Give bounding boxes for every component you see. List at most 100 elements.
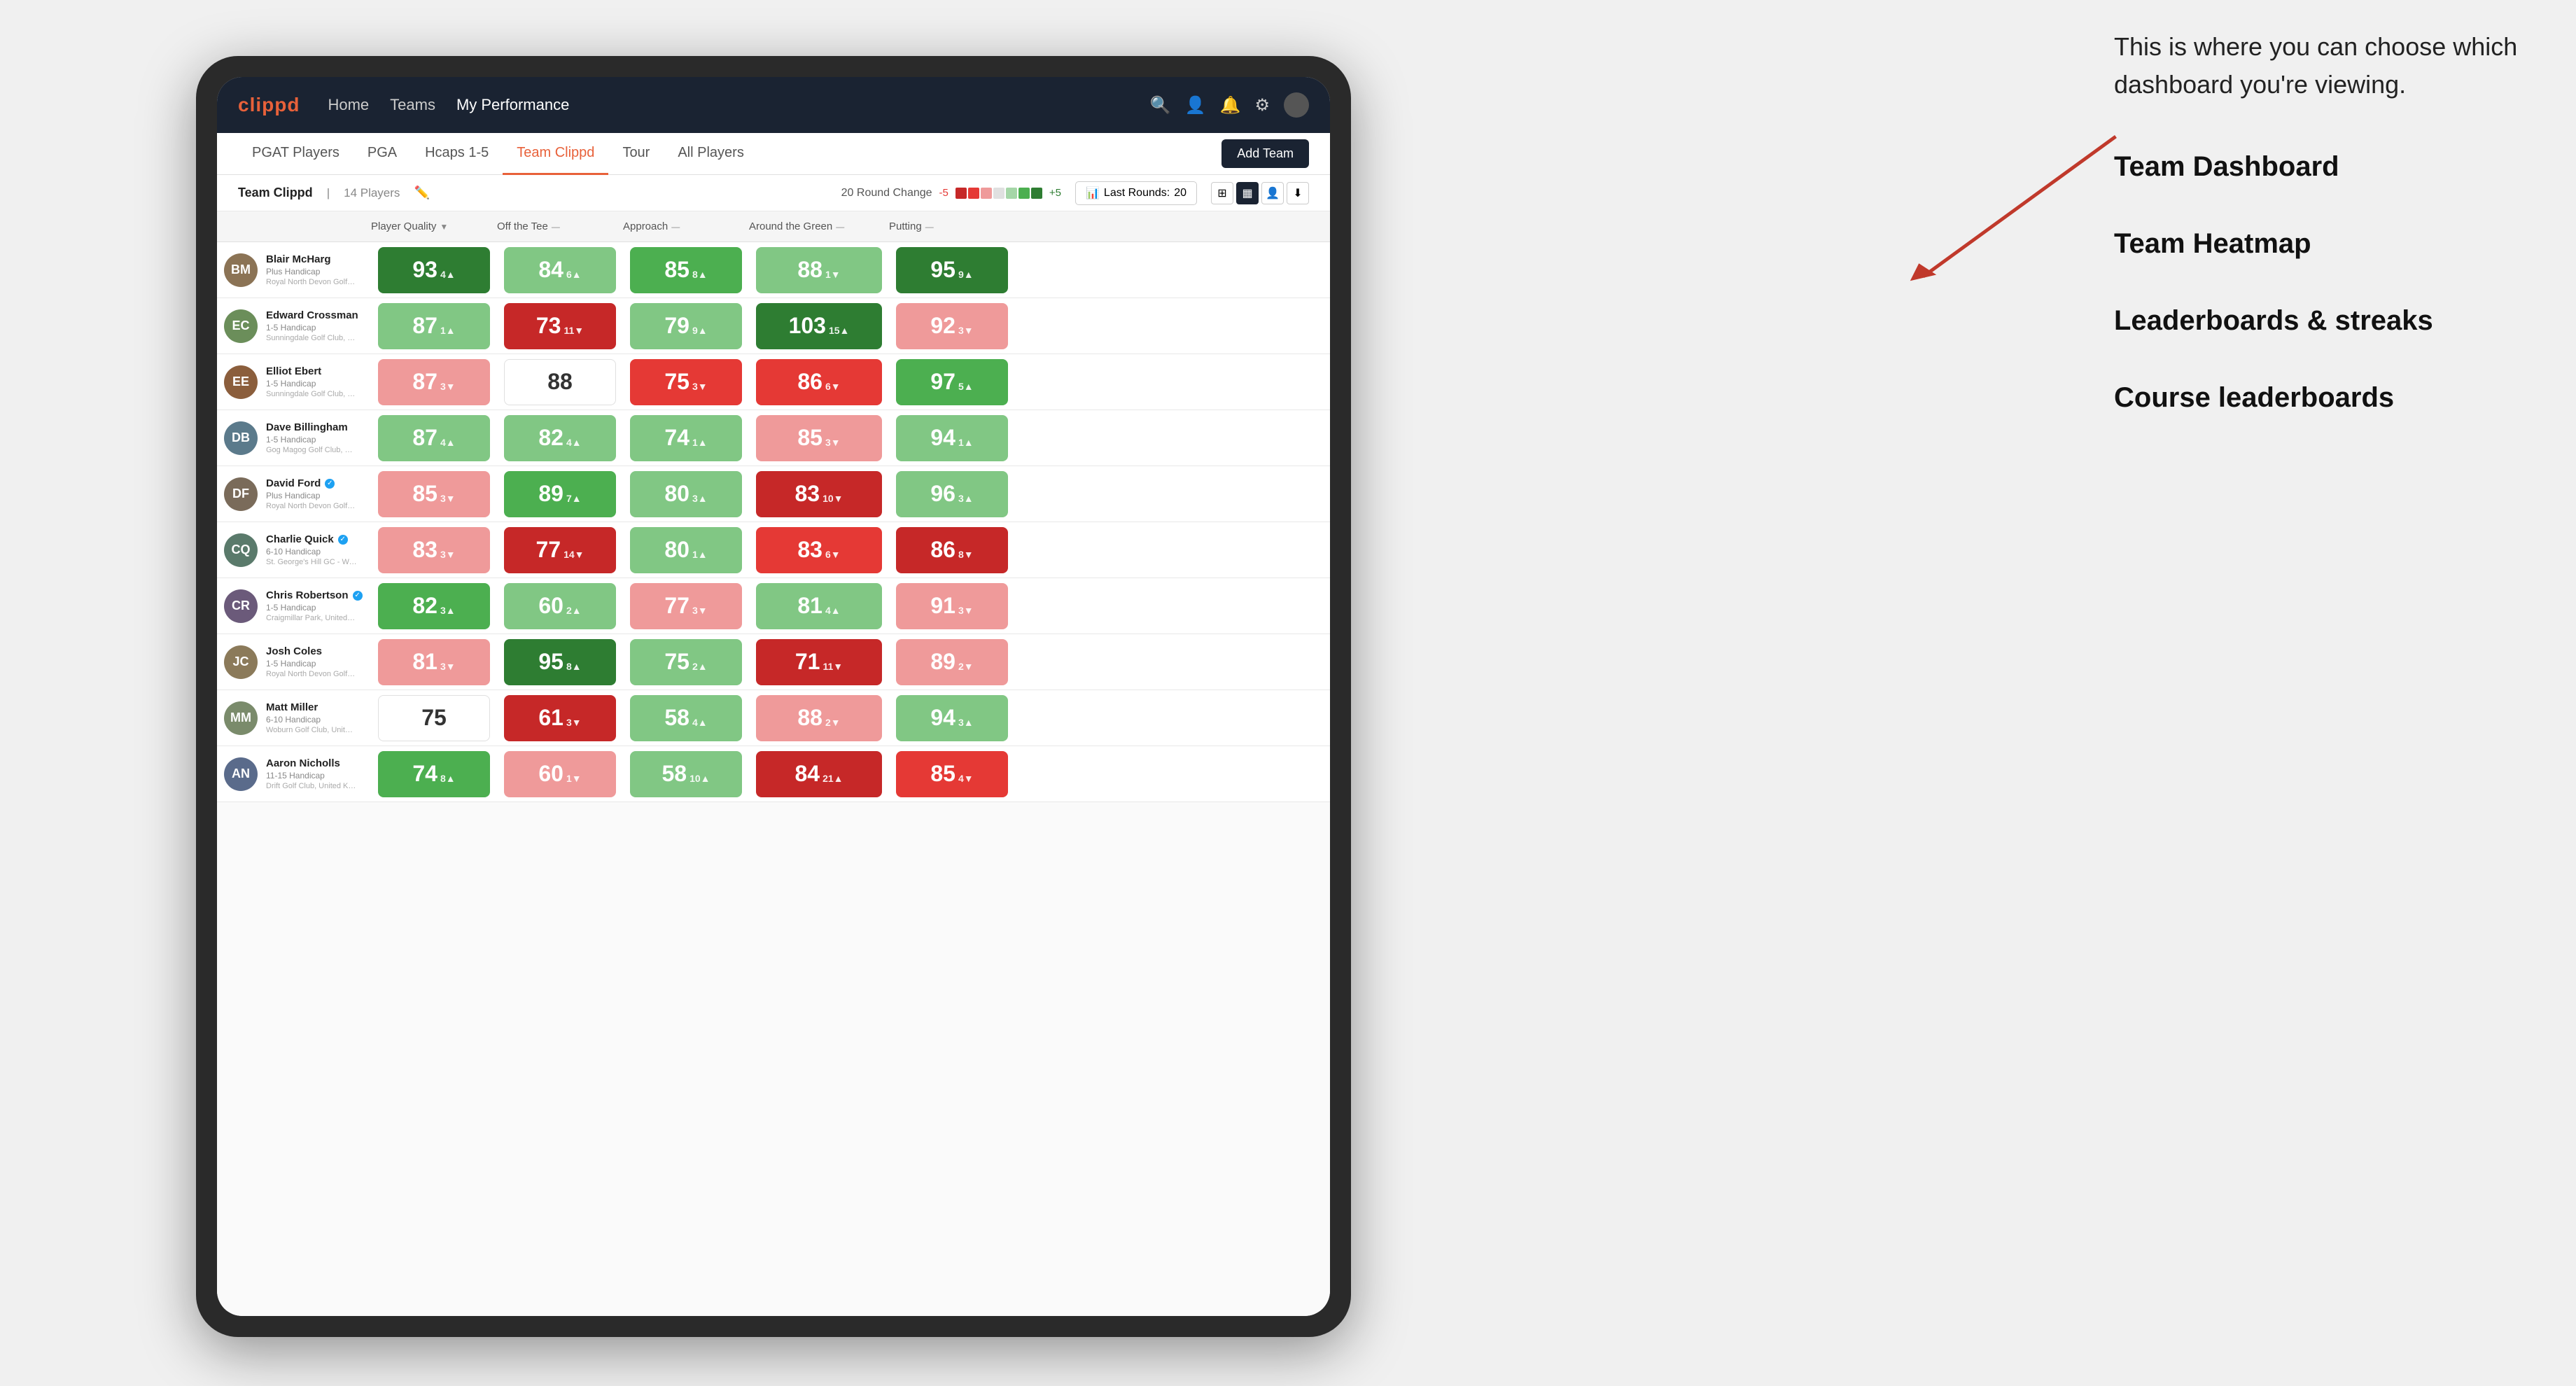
- round-change-label: 20 Round Change: [841, 187, 932, 200]
- stat-value: 61: [538, 705, 564, 731]
- stat-value: 88: [797, 257, 822, 283]
- stat-value: 77: [664, 593, 690, 619]
- user-avatar[interactable]: [1284, 92, 1309, 118]
- verified-icon: ✓: [353, 591, 363, 601]
- col-header-approach[interactable]: Approach —: [623, 220, 749, 232]
- person-view-button[interactable]: 👤: [1261, 182, 1284, 204]
- search-icon[interactable]: 🔍: [1150, 95, 1171, 115]
- table-row[interactable]: CRChris Robertson✓1-5 HandicapCraigmilla…: [217, 578, 1330, 634]
- stat-change: 3▼: [566, 717, 582, 728]
- nav-item-home[interactable]: Home: [328, 96, 369, 114]
- col-header-quality[interactable]: Player Quality ▼: [371, 220, 497, 232]
- stat-change: 1▼: [566, 773, 582, 784]
- settings-icon[interactable]: ⚙: [1254, 95, 1270, 115]
- player-avatar: CQ: [224, 533, 258, 567]
- stat-cell: 88: [497, 354, 623, 410]
- stat-value: 88: [797, 705, 822, 731]
- stat-cell: 858▲: [623, 242, 749, 298]
- stat-value: 88: [547, 369, 573, 395]
- stat-value: 75: [421, 705, 447, 731]
- table-row[interactable]: JCJosh Coles1-5 HandicapRoyal North Devo…: [217, 634, 1330, 690]
- stat-value: 93: [412, 257, 438, 283]
- nav-item-teams[interactable]: Teams: [390, 96, 435, 114]
- player-handicap: 6-10 Handicap: [266, 715, 357, 724]
- stat-cell: 752▲: [623, 634, 749, 690]
- stat-change: 10▲: [690, 773, 710, 784]
- table-row[interactable]: ECEdward Crossman1-5 HandicapSunningdale…: [217, 298, 1330, 354]
- nav-items: Home Teams My Performance: [328, 96, 1149, 114]
- sub-nav-tabs: PGAT Players PGA Hcaps 1-5 Team Clippd T…: [238, 133, 1222, 175]
- stat-cell: 602▲: [497, 578, 623, 634]
- col-header-tee[interactable]: Off the Tee —: [497, 220, 623, 232]
- heatmap-view-button[interactable]: ▦: [1236, 182, 1259, 204]
- stat-change: 2▲: [692, 661, 708, 672]
- table-row[interactable]: EEElliot Ebert1-5 HandicapSunningdale Go…: [217, 354, 1330, 410]
- player-club: Gog Magog Golf Club, United Kingdom: [266, 446, 357, 454]
- stat-value: 83: [794, 481, 820, 507]
- stat-cell: 959▲: [889, 242, 1015, 298]
- tab-team-clippd[interactable]: Team Clippd: [503, 133, 608, 175]
- content-area: Player Quality ▼ Off the Tee — Approach …: [217, 211, 1330, 1316]
- tab-hcaps[interactable]: Hcaps 1-5: [411, 133, 503, 175]
- col-header-green[interactable]: Around the Green —: [749, 220, 889, 232]
- stat-cell: 923▼: [889, 298, 1015, 354]
- table-row[interactable]: BMBlair McHargPlus HandicapRoyal North D…: [217, 242, 1330, 298]
- table-row[interactable]: DBDave Billingham1-5 HandicapGog Magog G…: [217, 410, 1330, 466]
- stat-value: 97: [930, 369, 955, 395]
- profile-icon[interactable]: 👤: [1185, 95, 1206, 115]
- stat-change: 3▼: [825, 437, 841, 448]
- stat-cell: 943▲: [889, 690, 1015, 746]
- stat-cell: 853▼: [371, 466, 497, 522]
- stat-change: 3▲: [692, 493, 708, 504]
- tab-pga[interactable]: PGA: [354, 133, 411, 175]
- tab-pgat-players[interactable]: PGAT Players: [238, 133, 354, 175]
- stat-change: 6▼: [825, 549, 841, 560]
- stat-change: 4▲: [566, 437, 582, 448]
- stat-cell: 941▲: [889, 410, 1015, 465]
- col-header-putting[interactable]: Putting —: [889, 220, 1015, 232]
- stat-cell: 854▼: [889, 746, 1015, 802]
- download-button[interactable]: ⬇: [1287, 182, 1309, 204]
- stat-change: 3▼: [440, 381, 456, 392]
- stat-value: 86: [930, 537, 955, 563]
- table-row[interactable]: CQCharlie Quick✓6-10 HandicapSt. George'…: [217, 522, 1330, 578]
- last-rounds-button[interactable]: 📊 Last Rounds: 20: [1075, 181, 1197, 205]
- table-row[interactable]: MMMatt Miller6-10 HandicapWoburn Golf Cl…: [217, 690, 1330, 746]
- stat-value: 87: [412, 425, 438, 451]
- stat-value: 89: [930, 649, 955, 675]
- stat-cell: 846▲: [497, 242, 623, 298]
- stat-cell: 799▲: [623, 298, 749, 354]
- stat-value: 75: [664, 649, 690, 675]
- stat-value: 92: [930, 313, 955, 339]
- stat-change: 3▲: [440, 605, 456, 616]
- notifications-icon[interactable]: 🔔: [1220, 95, 1241, 115]
- player-handicap: 6-10 Handicap: [266, 547, 357, 556]
- table-row[interactable]: DFDavid Ford✓Plus HandicapRoyal North De…: [217, 466, 1330, 522]
- edit-team-icon[interactable]: ✏️: [414, 186, 429, 200]
- stat-value: 80: [664, 481, 690, 507]
- player-handicap: 1-5 Handicap: [266, 435, 357, 444]
- player-info: ECEdward Crossman1-5 HandicapSunningdale…: [217, 298, 371, 354]
- stat-change: 3▼: [440, 661, 456, 672]
- stat-change: 15▲: [829, 325, 849, 336]
- stat-cell: 10315▲: [749, 298, 889, 354]
- last-rounds-label: Last Rounds:: [1104, 187, 1170, 200]
- stat-value: 85: [412, 481, 438, 507]
- stat-change: 4▲: [440, 437, 456, 448]
- stat-cell: 871▲: [371, 298, 497, 354]
- player-name: Charlie Quick: [266, 533, 334, 545]
- table-row[interactable]: ANAaron Nicholls11-15 HandicapDrift Golf…: [217, 746, 1330, 802]
- sort-icon: ▼: [440, 222, 448, 232]
- stat-cell: 866▼: [749, 354, 889, 410]
- nav-bar: clippd Home Teams My Performance 🔍 👤 🔔 ⚙: [217, 77, 1330, 133]
- add-team-button[interactable]: Add Team: [1222, 139, 1309, 168]
- stat-change: 9▲: [692, 325, 708, 336]
- nav-item-performance[interactable]: My Performance: [456, 96, 569, 114]
- stat-cell: 892▼: [889, 634, 1015, 690]
- tab-all-players[interactable]: All Players: [664, 133, 757, 175]
- stat-value: 87: [412, 369, 438, 395]
- player-info: DFDavid Ford✓Plus HandicapRoyal North De…: [217, 466, 371, 522]
- grid-view-button[interactable]: ⊞: [1211, 182, 1233, 204]
- tab-tour[interactable]: Tour: [608, 133, 664, 175]
- annotation-arrow: [1862, 119, 2142, 294]
